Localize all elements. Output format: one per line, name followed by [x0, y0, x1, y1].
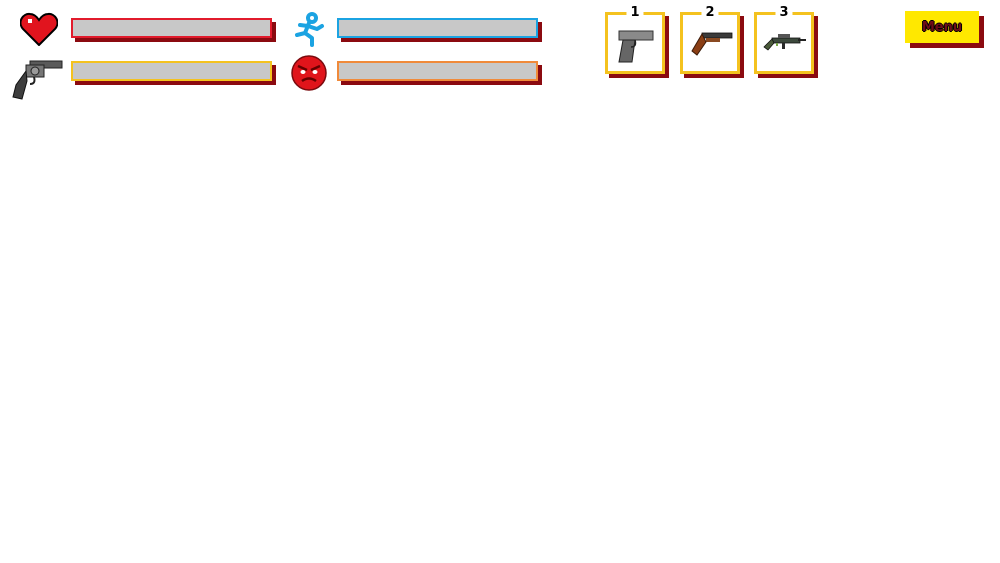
menu-button[interactable]: Menu [905, 11, 979, 43]
angry-face-icon [291, 55, 327, 91]
heart-icon [20, 12, 58, 46]
menu-button-label: Menu [921, 19, 963, 35]
stamina-bar [337, 18, 538, 38]
weapon-slot-number: 3 [775, 6, 793, 19]
rage-bar [337, 61, 538, 81]
health-bar [71, 18, 272, 38]
rifle-icon [763, 34, 806, 51]
pistol-icon [618, 30, 654, 63]
weapon-slot-number: 1 [626, 6, 644, 19]
running-figure-icon [295, 12, 324, 47]
weapon-slot-3[interactable]: 3 [754, 6, 814, 74]
weapon-slot-number: 2 [701, 6, 719, 19]
ammo-bar [71, 61, 272, 81]
weapon-slot-2[interactable]: 2 [680, 6, 740, 74]
revolver-icon [12, 60, 63, 100]
shotgun-icon [691, 32, 733, 56]
weapon-slot-1[interactable]: 1 [605, 6, 665, 74]
